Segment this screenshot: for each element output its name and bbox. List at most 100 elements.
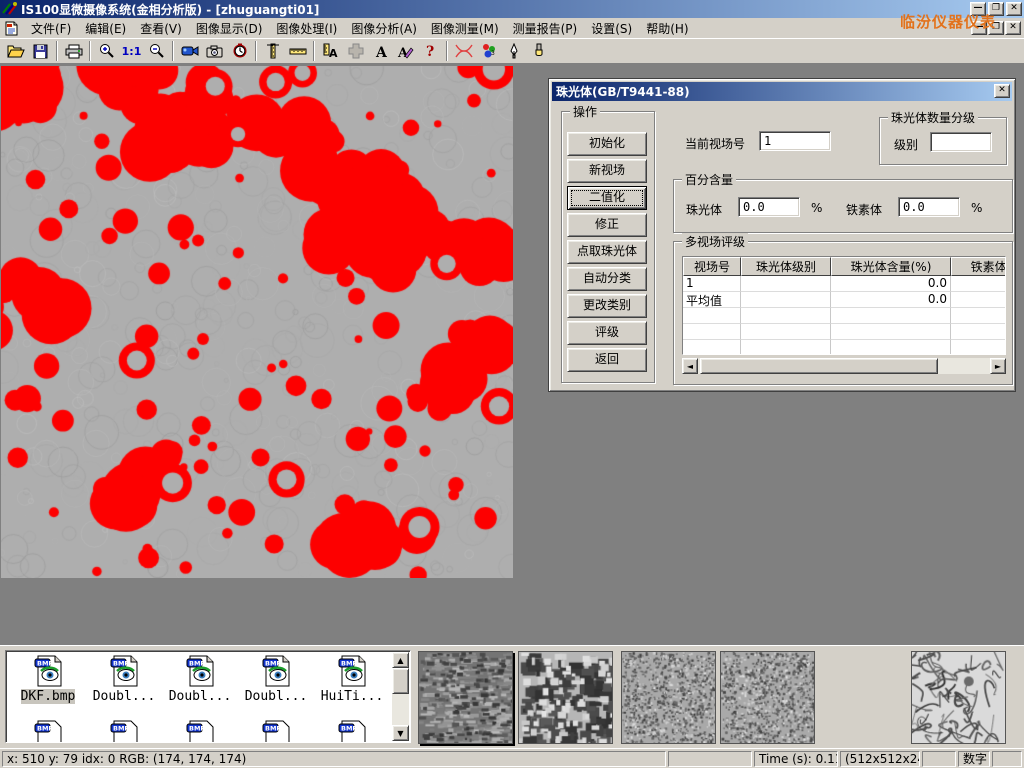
new-field-button[interactable]: 新视场 — [567, 159, 647, 183]
restore-button[interactable]: ❐ — [988, 2, 1004, 16]
cross-icon[interactable] — [343, 40, 368, 62]
bmp-file-icon: BMP — [108, 720, 140, 743]
status-empty-panel — [922, 751, 956, 767]
grade-input[interactable] — [930, 132, 992, 152]
file-item[interactable]: BMP Doubl... — [86, 655, 162, 704]
col-field-number[interactable]: 视场号 — [683, 257, 741, 276]
particles-icon[interactable]: 3 — [476, 40, 501, 62]
col-ferrite-content[interactable]: 铁素体含量(%) — [951, 257, 1006, 276]
current-field-label: 当前视场号 — [685, 135, 745, 152]
table-row[interactable]: 1 0.0 — [683, 276, 1005, 292]
rate-button[interactable]: 评级 — [567, 321, 647, 345]
text-edit-icon[interactable]: A — [393, 40, 418, 62]
scrollbar-thumb[interactable] — [700, 358, 938, 374]
pearlite-percent-sign: % — [811, 201, 822, 215]
change-class-button[interactable]: 更改类别 — [567, 294, 647, 318]
mdi-minimize-button[interactable]: — — [971, 21, 987, 35]
document-icon[interactable] — [4, 21, 20, 36]
mdi-restore-button[interactable]: ❐ — [988, 21, 1004, 35]
save-icon[interactable] — [28, 40, 53, 62]
menu-edit[interactable]: 编辑(E) — [78, 18, 133, 39]
file-item[interactable]: BMP DKF.bmp — [10, 655, 86, 704]
scroll-up-icon[interactable]: ▲ — [392, 652, 409, 668]
svg-text:A: A — [375, 45, 388, 59]
correct-button[interactable]: 修正 — [567, 213, 647, 237]
mdi-close-button[interactable]: ✕ — [1005, 21, 1021, 35]
menu-measure-report[interactable]: 测量报告(P) — [506, 18, 585, 39]
menu-image-measure[interactable]: 图像测量(M) — [424, 18, 506, 39]
minimize-button[interactable]: — — [970, 2, 986, 16]
text-icon[interactable]: A — [368, 40, 393, 62]
actual-size-icon[interactable]: 1:1 — [119, 40, 144, 62]
workspace: 珠光体(GB/T9441-88) ✕ 操作 初始化 新视场 二值化 修正 点取珠… — [0, 64, 1024, 645]
menu-image-analysis[interactable]: 图像分析(A) — [344, 18, 424, 39]
bmp-file-icon: BMP — [260, 720, 292, 743]
open-folder-icon[interactable] — [3, 40, 28, 62]
dialog-title-bar[interactable]: 珠光体(GB/T9441-88) ✕ — [552, 82, 1012, 101]
file-item[interactable]: BMP — [238, 720, 314, 743]
menu-image-display[interactable]: 图像显示(D) — [189, 18, 270, 39]
toolbar-separator — [255, 41, 257, 61]
zoom-out-icon[interactable] — [144, 40, 169, 62]
zoom-in-icon[interactable] — [94, 40, 119, 62]
menu-help[interactable]: 帮助(H) — [639, 18, 695, 39]
menu-file[interactable]: 文件(F) — [24, 18, 78, 39]
ferrite-percent-input[interactable] — [898, 197, 960, 217]
file-item[interactable]: BMP — [162, 720, 238, 743]
svg-text:BMP: BMP — [265, 725, 281, 733]
video-camera-icon[interactable] — [177, 40, 202, 62]
file-item[interactable]: BMP Doubl... — [238, 655, 314, 704]
file-item[interactable]: BMP HuiTi... — [314, 655, 390, 704]
initialize-button[interactable]: 初始化 — [567, 132, 647, 156]
dialog-title: 珠光体(GB/T9441-88) — [556, 83, 690, 100]
brush-icon[interactable] — [526, 40, 551, 62]
table-row[interactable]: 平均值 0.0 — [683, 292, 1005, 308]
print-icon[interactable] — [61, 40, 86, 62]
help-icon[interactable]: ? — [418, 40, 443, 62]
status-bar: x: 510 y: 79 idx: 0 RGB: (174, 174, 174)… — [0, 748, 1024, 768]
scrollbar-thumb[interactable] — [392, 668, 409, 694]
file-item[interactable]: BMP Doubl... — [162, 655, 238, 704]
pick-pearlite-button[interactable]: 点取珠光体 — [567, 240, 647, 264]
table-row-empty — [683, 308, 1005, 324]
specimen-image[interactable] — [1, 66, 513, 578]
svg-text:BMP: BMP — [189, 660, 205, 668]
dialog-close-icon[interactable]: ✕ — [994, 84, 1010, 98]
menu-view[interactable]: 查看(V) — [133, 18, 189, 39]
svg-text:A: A — [329, 47, 338, 59]
file-item[interactable]: BMP — [86, 720, 162, 743]
pen-icon[interactable] — [501, 40, 526, 62]
auto-classify-button[interactable]: 自动分类 — [567, 267, 647, 291]
toolbar-separator — [446, 41, 448, 61]
menu-image-process[interactable]: 图像处理(I) — [269, 18, 344, 39]
menu-settings[interactable]: 设置(S) — [584, 18, 639, 39]
file-list-scrollbar[interactable]: ▲ ▼ — [392, 652, 409, 741]
gallery-thumbnail-3[interactable] — [621, 651, 716, 744]
clock-icon[interactable] — [227, 40, 252, 62]
file-item[interactable]: BMP — [314, 720, 390, 743]
col-pearlite-content[interactable]: 珠光体含量(%) — [831, 257, 951, 276]
gallery-thumbnail-4[interactable] — [720, 651, 815, 744]
table-horizontal-scrollbar[interactable]: ◄ ► — [682, 358, 1006, 374]
caliper-icon[interactable] — [260, 40, 285, 62]
cell-field: 平均值 — [683, 292, 741, 308]
pearlite-percent-input[interactable] — [738, 197, 800, 217]
scroll-left-icon[interactable]: ◄ — [682, 358, 698, 374]
gallery-thumbnail-5[interactable] — [911, 651, 1006, 744]
close-button[interactable]: ✕ — [1006, 2, 1022, 16]
curve-tool-icon[interactable] — [451, 40, 476, 62]
gallery-thumbnail-1[interactable] — [418, 651, 513, 744]
ruler-icon[interactable] — [285, 40, 310, 62]
scroll-down-icon[interactable]: ▼ — [392, 725, 409, 741]
return-button[interactable]: 返回 — [567, 348, 647, 372]
measure-text-icon[interactable]: A — [318, 40, 343, 62]
binarize-button[interactable]: 二值化 — [567, 186, 647, 210]
pearlite-label: 珠光体 — [686, 201, 722, 218]
file-item[interactable]: BMP — [10, 720, 86, 743]
gallery-thumbnail-2[interactable] — [518, 651, 613, 744]
col-pearlite-grade[interactable]: 珠光体级别 — [741, 257, 831, 276]
current-field-input[interactable] — [759, 131, 831, 151]
camera-icon[interactable] — [202, 40, 227, 62]
scroll-right-icon[interactable]: ► — [990, 358, 1006, 374]
mode-status: 数字 — [958, 751, 990, 767]
